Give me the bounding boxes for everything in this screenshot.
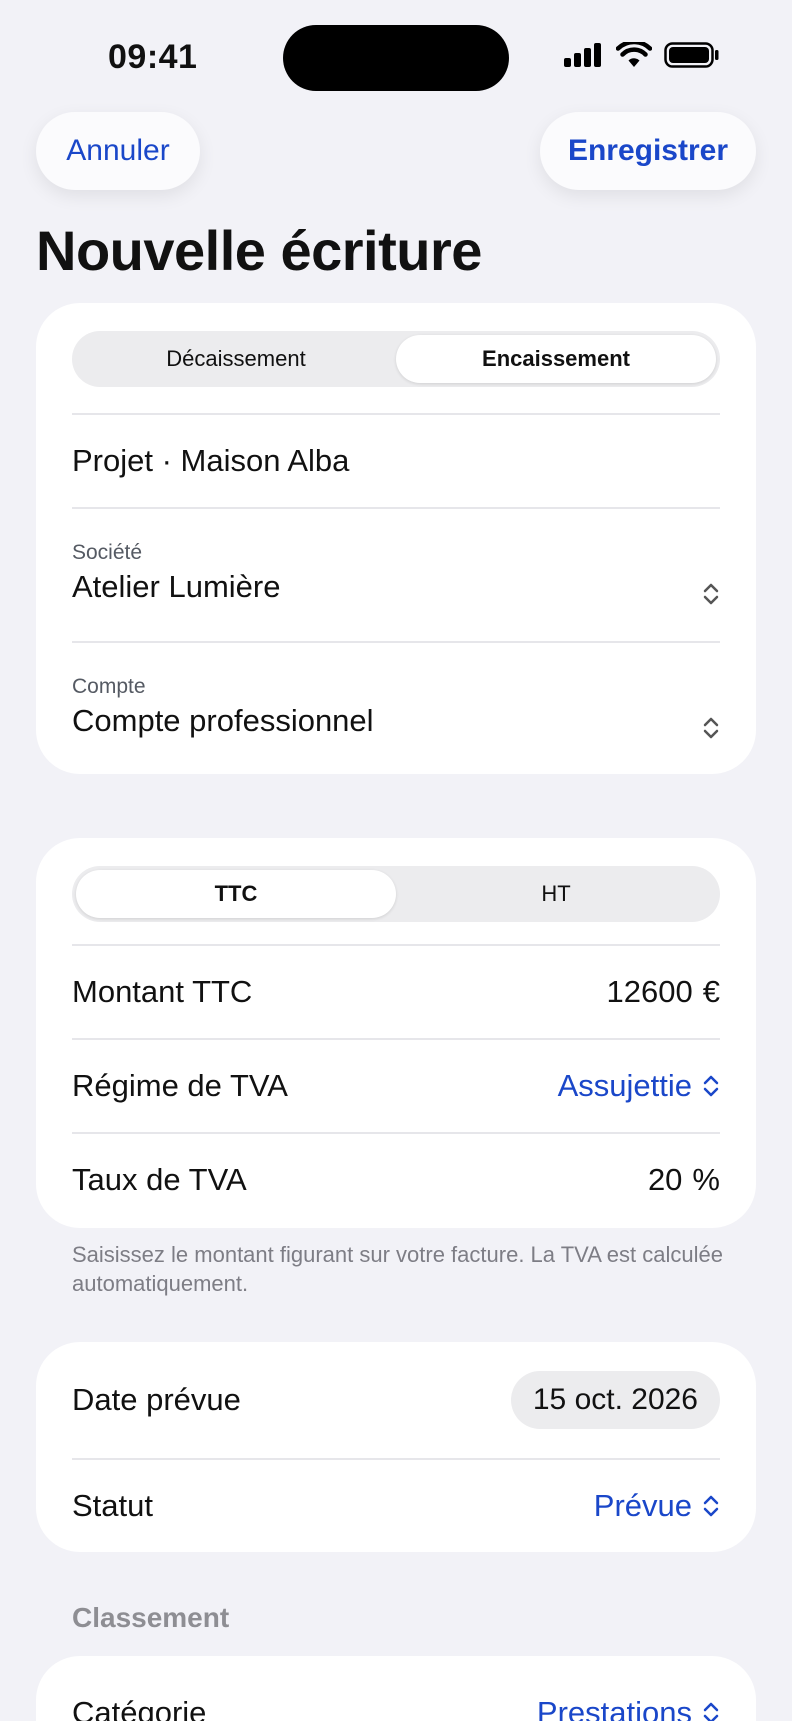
status-label: Statut [72, 1488, 153, 1523]
chevron-up-down-icon [703, 1702, 719, 1721]
vat-rate-label: Taux de TVA [72, 1162, 247, 1197]
status-row: Statut Prévue [72, 1458, 720, 1552]
chevron-up-down-icon [703, 583, 719, 605]
segment-ht[interactable]: HT [396, 870, 716, 918]
category-row: Catégorie Prestations [72, 1666, 720, 1721]
chevron-up-down-icon [703, 1075, 719, 1097]
chevron-up-down-icon [703, 1495, 719, 1517]
page-title: Nouvelle écriture [36, 219, 482, 282]
account-value: Compte professionnel [72, 703, 374, 738]
vat-regime-picker[interactable]: Assujettie [558, 1068, 720, 1104]
schedule-card: Date prévue 15 oct. 2026 Statut Prévue [36, 1342, 756, 1552]
date-picker-chip[interactable]: 15 oct. 2026 [510, 1371, 720, 1429]
vat-regime-value: Assujettie [557, 1068, 692, 1103]
date-label: Date prévue [72, 1382, 241, 1417]
transaction-card: Décaissement Encaissement Projet · Maiso… [36, 303, 756, 774]
segment-decaissement[interactable]: Décaissement [76, 335, 396, 383]
classification-card: Catégorie Prestations [36, 1656, 756, 1721]
cellular-signal-icon [564, 43, 601, 67]
amount-row: Montant TTC 12600 € [72, 944, 720, 1038]
status-icons [564, 42, 720, 68]
company-picker[interactable]: Société Atelier Lumière [72, 507, 720, 641]
vat-rate-value: 20 [647, 1162, 683, 1197]
amount-label: Montant TTC [72, 974, 253, 1009]
date-row: Date prévue 15 oct. 2026 [72, 1342, 720, 1458]
amount-field[interactable]: 12600 € [607, 974, 720, 1010]
segment-ttc[interactable]: TTC [76, 870, 396, 918]
amount-mode-segmented-control: TTC HT [72, 866, 720, 922]
project-label: Projet · Maison Alba [72, 443, 350, 478]
amount-unit: € [702, 974, 720, 1009]
classification-section-header: Classement [72, 1602, 230, 1633]
status-value: Prévue [593, 1488, 692, 1523]
status-picker[interactable]: Prévue [594, 1488, 720, 1524]
vat-regime-label: Régime de TVA [72, 1068, 288, 1103]
vat-rate-unit: % [692, 1162, 720, 1197]
account-label: Compte [72, 675, 146, 698]
company-value: Atelier Lumière [72, 569, 281, 604]
chevron-up-down-icon [703, 717, 719, 739]
vat-rate-field[interactable]: 20 % [648, 1162, 720, 1198]
category-value: Prestations [536, 1695, 692, 1721]
amount-value: 12600 [606, 974, 693, 1009]
save-button[interactable]: Enregistrer [540, 112, 756, 190]
project-row[interactable]: Projet · Maison Alba [72, 413, 720, 507]
screen: 09:41 Annuler Enregistrer Nouvelle écrit… [0, 0, 792, 1721]
transaction-type-segmented-control: Décaissement Encaissement [72, 331, 720, 387]
cancel-button[interactable]: Annuler [36, 112, 200, 190]
company-label: Société [72, 541, 143, 564]
battery-icon [664, 42, 719, 68]
vat-regime-row: Régime de TVA Assujettie [72, 1038, 720, 1132]
amount-footnote: Saisissez le montant figurant sur votre … [72, 1242, 723, 1296]
status-time: 09:41 [108, 38, 198, 76]
category-label: Catégorie [72, 1695, 207, 1721]
status-bar: 09:41 [0, 0, 792, 110]
category-picker[interactable]: Prestations [537, 1695, 720, 1721]
amount-card: TTC HT Montant TTC 12600 € Régime de TVA… [36, 838, 756, 1228]
wifi-icon [616, 42, 652, 67]
vat-rate-row: Taux de TVA 20 % [72, 1132, 720, 1226]
segment-encaissement[interactable]: Encaissement [396, 335, 716, 383]
dynamic-island [283, 25, 509, 91]
account-picker[interactable]: Compte Compte professionnel [72, 641, 720, 774]
